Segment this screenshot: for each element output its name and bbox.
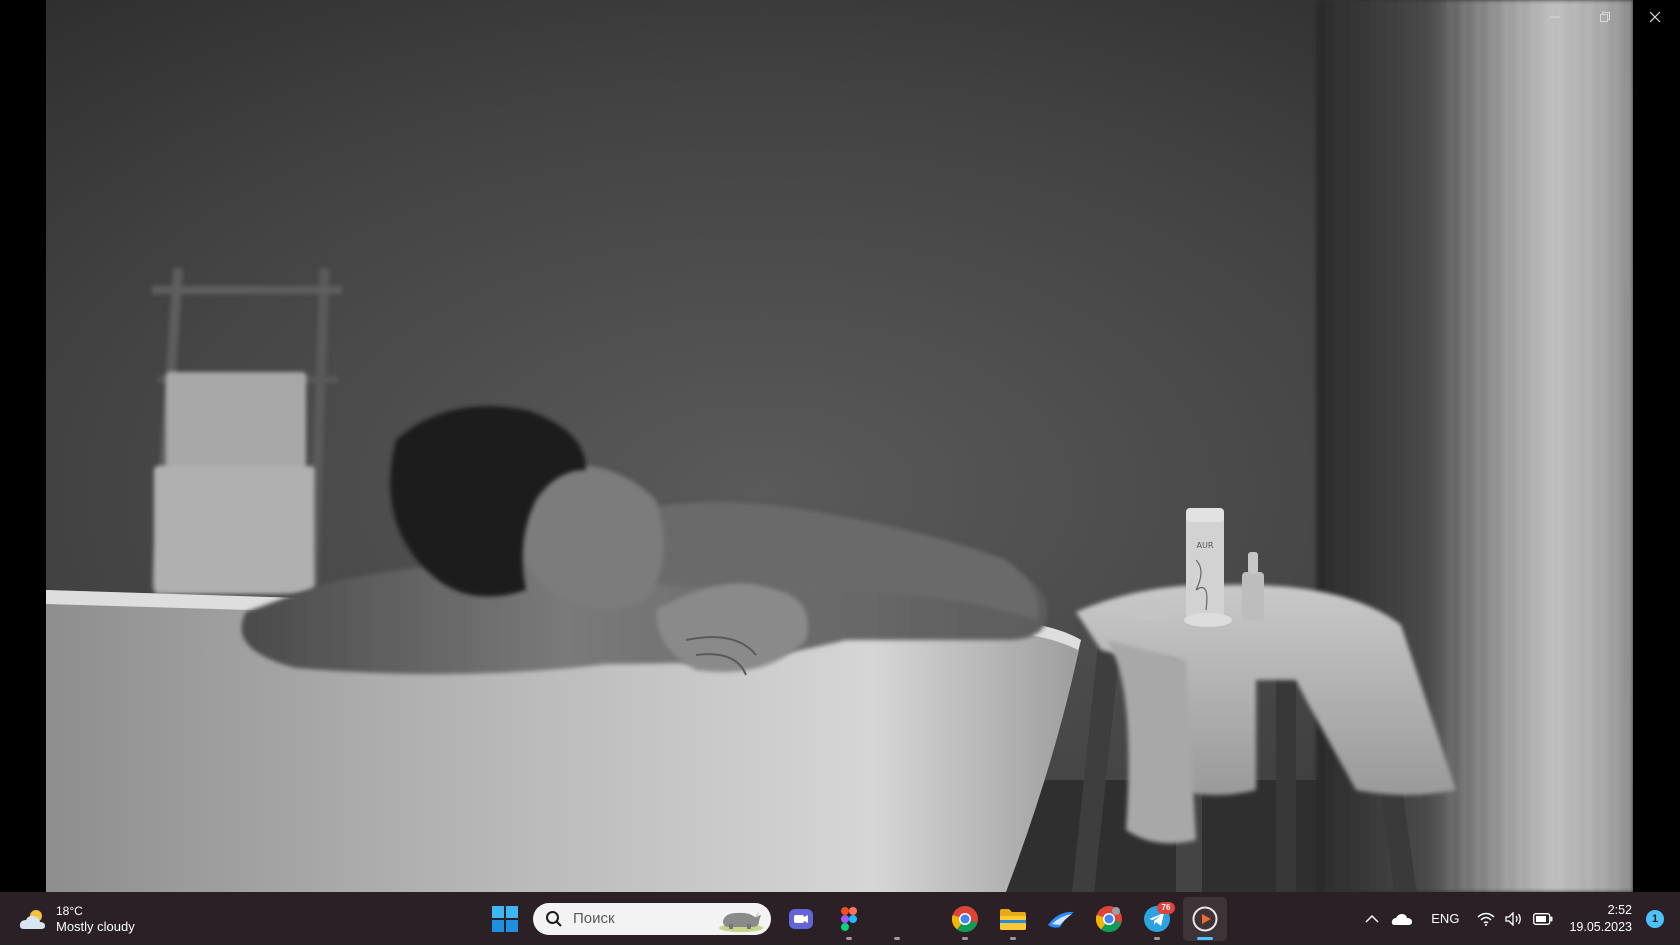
chevron-up-icon	[1365, 914, 1379, 923]
onedrive-icon	[1392, 913, 1413, 925]
photo-viewer-window: AUR	[0, 0, 1680, 892]
taskbar-apps: Поиск 76	[481, 892, 1229, 945]
taskbar: 18°C Mostly cloudy Поиск 76 ENG 2:52 19.…	[0, 892, 1680, 945]
clock[interactable]: 2:52 19.05.2023	[1559, 902, 1638, 936]
play-icon	[1192, 906, 1218, 931]
bottle-label: AUR	[1197, 541, 1214, 550]
figma-icon	[841, 906, 857, 931]
restore-button[interactable]	[1580, 0, 1630, 34]
minimize-button[interactable]	[1530, 0, 1580, 34]
weather-widget[interactable]: 18°C Mostly cloudy	[18, 900, 135, 938]
battery-icon	[1533, 912, 1553, 925]
language-indicator[interactable]: ENG	[1419, 899, 1471, 939]
show-hidden-icons-button[interactable]	[1359, 899, 1385, 939]
telegram-badge: 76	[1157, 901, 1175, 914]
desktop-screen: AUR 18°C Mostly cloudy Поиск 76 ENG 2:52…	[0, 0, 1680, 945]
taskbar-search[interactable]: Поиск	[533, 902, 771, 935]
chrome-icon	[1095, 905, 1122, 932]
windows-logo-icon	[492, 905, 518, 932]
onedrive-button[interactable]	[1385, 899, 1419, 939]
teams-app[interactable]	[779, 897, 823, 941]
chrome-dev-app[interactable]	[1087, 897, 1131, 941]
clock-time: 2:52	[1607, 902, 1632, 917]
window-controls	[1530, 0, 1680, 34]
wifi-icon	[1477, 912, 1495, 926]
figma-app[interactable]	[827, 897, 871, 941]
weather-temperature: 18°C	[56, 904, 83, 918]
minimize-icon	[1550, 16, 1560, 18]
volume-icon	[1505, 911, 1522, 926]
swift-icon	[1048, 911, 1074, 928]
search-placeholder: Поиск	[573, 910, 615, 927]
close-icon	[1649, 11, 1661, 23]
bathroom-photo: AUR	[46, 0, 1633, 892]
swift-app[interactable]	[1039, 897, 1083, 941]
start-button[interactable]	[483, 897, 527, 941]
file-explorer-app[interactable]	[991, 897, 1035, 941]
system-tray: ENG 2:52 19.05.2023 1	[1359, 892, 1680, 945]
restore-icon	[1600, 12, 1610, 22]
search-icon	[546, 910, 562, 927]
empty-app[interactable]	[875, 897, 919, 941]
rhino-icon	[719, 910, 763, 932]
folder-icon	[1000, 908, 1026, 930]
clock-date: 19.05.2023	[1569, 919, 1632, 934]
telegram-app[interactable]: 76	[1135, 897, 1179, 941]
video-camera-icon	[789, 908, 813, 929]
photo-canvas[interactable]: AUR	[46, 0, 1633, 892]
close-button[interactable]	[1630, 0, 1680, 34]
partly-cloudy-icon	[19, 910, 45, 929]
chrome-icon	[951, 905, 978, 932]
weather-description: Mostly cloudy	[56, 919, 135, 934]
network-volume-battery[interactable]	[1471, 899, 1559, 939]
chrome-app[interactable]	[943, 897, 987, 941]
media-player-app[interactable]	[1183, 896, 1227, 941]
notification-badge[interactable]: 1	[1646, 909, 1664, 928]
